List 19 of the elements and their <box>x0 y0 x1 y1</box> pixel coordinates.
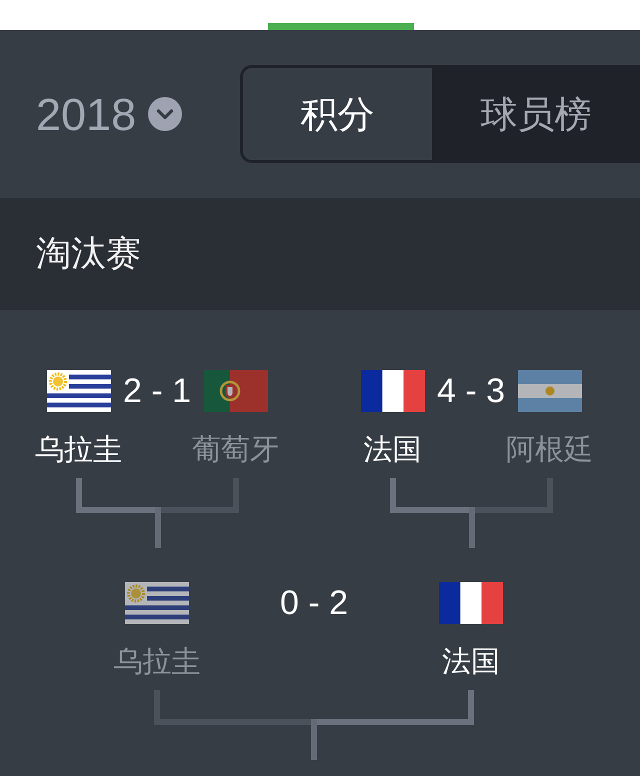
team-name: 阿根廷 <box>506 431 593 467</box>
team-name: 葡萄牙 <box>192 431 279 467</box>
france-flag-icon <box>439 582 503 624</box>
team-name: 法国 <box>442 643 500 679</box>
match-score: 0 - 2 <box>280 583 348 624</box>
tab[interactable]: 球员榜 <box>432 68 640 160</box>
team-name: 乌拉圭 <box>114 643 200 679</box>
chevron-down-icon <box>148 97 182 131</box>
match-score: 2 - 1 <box>122 371 192 412</box>
team-name: 乌拉圭 <box>35 431 122 467</box>
argentina-flag-icon <box>518 370 582 412</box>
portugal-flag-icon <box>204 370 268 412</box>
team-name: 法国 <box>364 431 422 467</box>
uruguay-flag-icon <box>125 582 189 624</box>
year-dropdown[interactable]: 2018 <box>36 92 182 136</box>
match-score: 4 - 3 <box>436 371 506 412</box>
france-flag-icon <box>360 370 424 412</box>
uruguay-flag-icon <box>46 370 110 412</box>
section-title: 淘汰赛 <box>36 233 141 275</box>
